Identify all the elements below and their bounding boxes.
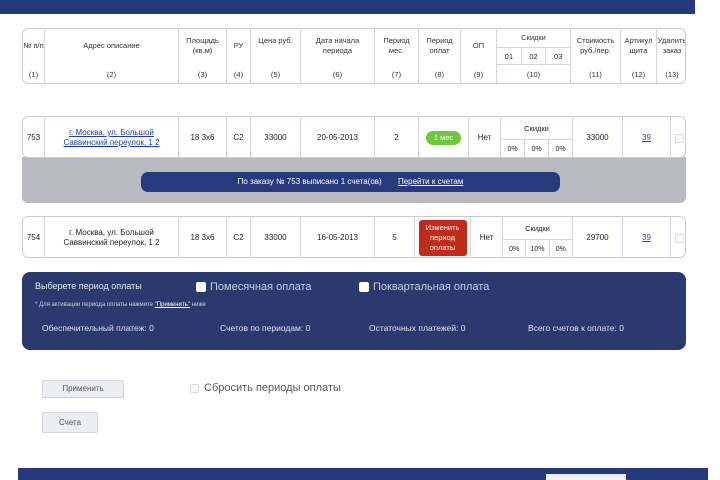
order-delete-cell[interactable] [671,217,685,257]
order-article-link[interactable]: 39 [642,133,651,143]
invoices-button[interactable]: Счета [42,412,98,433]
monthly-option[interactable]: Помесячная оплата [196,281,312,293]
order-period: 2 [375,117,419,157]
order-article-cell[interactable]: 39 [623,117,671,157]
order-price: 33000 [251,117,301,157]
header-col-start-date: Дата начала периода (6) [301,29,375,83]
order-area: 18 3х6 [179,217,227,257]
order-cost: 33000 [573,117,623,157]
order-article-link[interactable]: 39 [642,233,651,243]
header-col-period: Период мес. (7) [375,29,419,83]
payment-period-panel: Выберете период оплаты Помесячная оплата… [22,272,686,350]
order-ru: С2 [227,117,251,157]
order-row-754: 754 г. Москва, ул. Большой Саввинский пе… [22,216,686,258]
go-to-invoices-link[interactable]: Перейти к счетам [398,177,463,186]
header-col-op: ОП (9) [461,29,497,83]
quarterly-checkbox[interactable] [359,282,369,292]
header-col-price: Цена руб. (5) [251,29,301,83]
delete-order-checkbox[interactable] [674,233,684,243]
delete-order-checkbox[interactable] [674,133,684,143]
header-col-address: Адрес описание (2) [45,29,179,83]
bottom-bar-field [546,474,626,480]
payment-period-note: * Для активации периода оплаты нажмите "… [35,302,206,308]
discount-subheaders: 01 02 03 [497,47,570,65]
order-address-cell: г. Москва, ул. Большой Саввинский переул… [45,217,179,257]
header-col-area: Площадь (кв.м) (3) [179,29,227,83]
header-col-num: № п/п (1) [23,29,45,83]
header-col-pay-period: Период оплат (8) [419,29,461,83]
reset-periods-checkbox[interactable] [190,383,199,393]
pay-period-badge: 1 мес [425,131,462,145]
order-article-cell[interactable]: 39 [623,217,671,257]
order-period: 5 [375,217,415,257]
periods-count-stat: Счетов по периодам: 0 [220,323,311,333]
change-pay-period-button[interactable]: Изменить период оплаты [418,220,467,256]
order-address-link[interactable]: г. Москва, ул. Большой Саввинский переул… [49,128,174,148]
order-pay-period-cell[interactable]: Изменить период оплаты [415,217,471,257]
order-start-date: 16-05-2013 [301,217,375,257]
order-ru: С2 [227,217,251,257]
order-cost: 29700 [573,217,623,257]
order-area: 18 3х6 [179,117,227,157]
order-id: 754 [23,217,45,257]
header-col-ru: РУ (4) [227,29,251,83]
top-nav-bar [0,0,695,14]
reset-periods-option[interactable]: Сбросить периоды оплаты [190,382,341,394]
order-pay-period-cell: 1 мес [419,117,469,157]
order-start-date: 20-05-2013 [301,117,375,157]
total-invoices-stat: Всего счетов к оплате: 0 [528,323,624,333]
order-discounts: Скидки 0% 0% 0% [501,117,573,157]
orders-table-header: № п/п (1) Адрес описание (2) Площадь (кв… [22,28,686,84]
header-col-article: Артикул щита (12) [621,29,657,83]
payment-period-title: Выберете период оплаты [35,281,142,291]
order-delete-cell[interactable] [671,117,685,157]
apply-button[interactable]: Применить [42,380,124,398]
invoice-info-bar: По заказу № 753 выписано 1 счета(ов) Пер… [141,172,560,192]
bottom-bar [18,468,708,480]
header-col-discounts: Скидки 01 02 03 (10) [497,29,571,83]
order-id: 753 [23,117,45,157]
quarterly-option[interactable]: Поквартальная оплата [359,281,489,293]
deposit-stat: Обеспечительный платеж: 0 [42,323,154,333]
header-col-delete: Удалить заказ (13) [657,36,686,79]
order-address-text: г. Москва, ул. Большой Саввинский переул… [63,228,160,247]
order-row-753: 753 г. Москва, ул. Большой Саввинский пе… [22,116,686,158]
order-op: Нет [469,117,501,157]
remaining-payments-stat: Остаточных платежей: 0 [369,323,466,333]
monthly-checkbox[interactable] [196,282,206,292]
order-op: Нет [471,217,503,257]
header-col-cost: Стоимость руб./пер. (11) [571,29,621,83]
order-address-cell[interactable]: г. Москва, ул. Большой Саввинский переул… [45,117,179,157]
order-price: 33000 [251,217,301,257]
order-discounts: Скидки 0% 10% 0% [503,217,573,257]
